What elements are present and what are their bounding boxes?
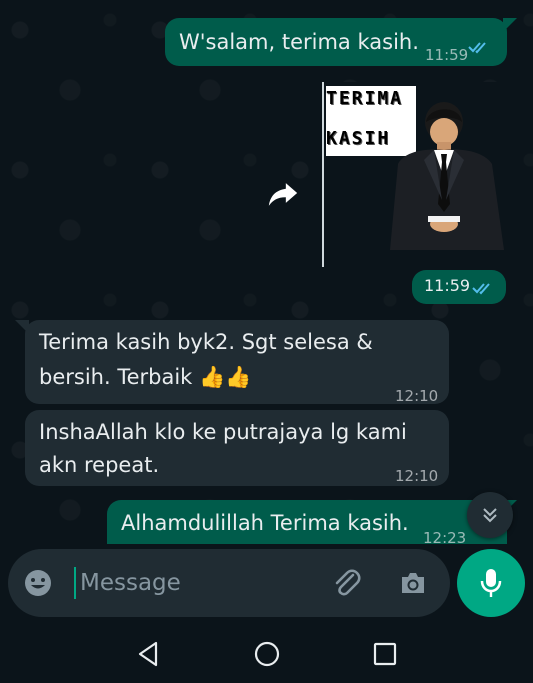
message-text: W'salam, terima kasih.	[179, 30, 419, 54]
message-input[interactable]	[74, 567, 320, 599]
back-icon[interactable]	[136, 641, 160, 667]
attach-button[interactable]	[330, 566, 364, 600]
paperclip-icon	[335, 569, 361, 596]
sticker-image[interactable]: TERIMA KASIH	[322, 82, 508, 267]
message-bubble-outgoing[interactable]: Alhamdulillah Terima kasih. 12:23	[107, 500, 517, 547]
scroll-to-bottom-button[interactable]	[467, 492, 513, 538]
microphone-icon	[480, 569, 502, 597]
message-text-line: Terima kasih byk2. Sgt selesa &	[39, 330, 373, 354]
forward-icon[interactable]	[266, 176, 300, 210]
read-ticks-icon	[468, 42, 486, 54]
message-time: 12:23	[423, 529, 467, 547]
message-bubble-incoming[interactable]: Terima kasih byk2. Sgt selesa & bersih. …	[15, 320, 449, 405]
sticker-time-badge: 11:59	[412, 270, 506, 304]
recents-icon[interactable]	[373, 642, 397, 666]
message-text-line: bersih. Terbaik 👍👍	[39, 365, 252, 389]
message-text: Alhamdulillah Terima kasih.	[121, 511, 409, 535]
camera-icon	[402, 573, 424, 593]
message-text-line: InshaAllah klo ke putrajaya lg kami	[39, 420, 407, 444]
message-time: 12:10	[395, 467, 439, 485]
emoji-button[interactable]	[22, 567, 54, 599]
message-time: 12:10	[395, 387, 439, 405]
message-time: 11:59	[425, 46, 469, 64]
message-text-line: akn repeat.	[39, 453, 160, 477]
sticker-text-line2: KASIH	[326, 128, 391, 149]
emoji-icon	[25, 570, 51, 596]
double-chevron-down-icon	[483, 508, 497, 523]
home-icon[interactable]	[254, 641, 280, 667]
message-composer	[8, 549, 450, 617]
message-bubble-incoming[interactable]: InshaAllah klo ke putrajaya lg kami akn …	[25, 410, 449, 486]
read-ticks-icon	[472, 283, 490, 295]
sticker-time: 11:59	[424, 276, 471, 295]
voice-message-button[interactable]	[457, 549, 525, 617]
message-bubble-outgoing[interactable]: W'salam, terima kasih. 11:59	[165, 18, 517, 66]
sticker-border	[322, 82, 324, 267]
bowing-man-illustration	[390, 102, 504, 250]
system-navigation-bar	[0, 625, 533, 683]
camera-button[interactable]	[396, 566, 430, 600]
